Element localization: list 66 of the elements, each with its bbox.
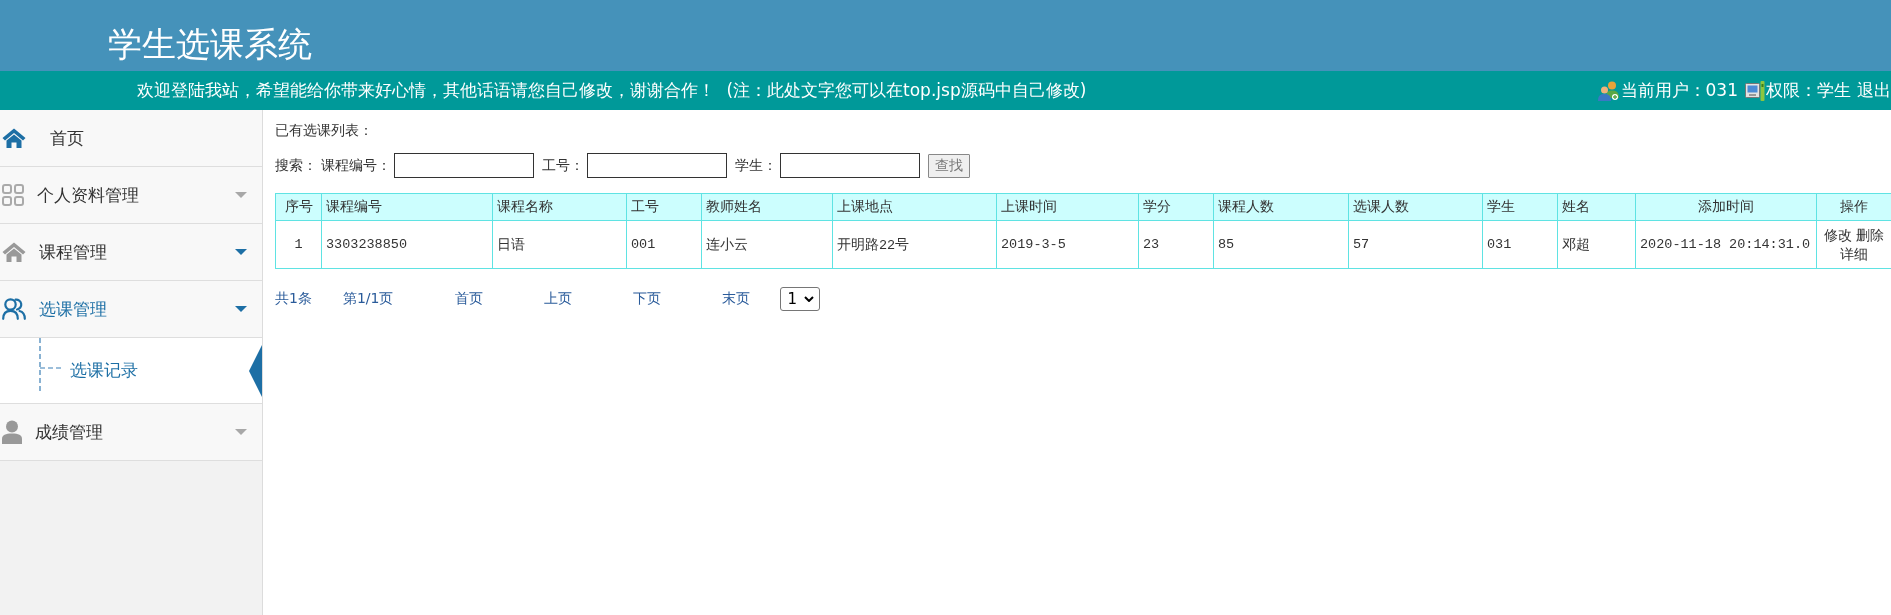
sidebar-menu-item[interactable]: 选课管理 [0, 281, 262, 338]
column-header: 序号 [275, 193, 322, 221]
column-header: 姓名 [1557, 193, 1636, 221]
column-header: 上课地点 [832, 193, 997, 221]
table-cell: 23 [1138, 220, 1214, 269]
column-header: 课程编号 [321, 193, 493, 221]
home-icon [2, 128, 26, 148]
table-cell: 开明路22号 [832, 220, 997, 269]
column-header: 学分 [1138, 193, 1214, 221]
delete-link[interactable]: 删除 [1856, 226, 1885, 243]
table-cell: 2020-11-18 20:14:31.0 [1635, 220, 1817, 269]
column-header: 课程名称 [492, 193, 627, 221]
pagination-link[interactable]: 末页 [722, 290, 751, 308]
current-user-label: 当前用户：031 [1620, 79, 1738, 102]
table-cell: 日语 [492, 220, 627, 269]
input-field[interactable] [394, 153, 534, 178]
sidebar-menu-item[interactable]: 首页 [0, 110, 262, 167]
field-label: 工号： [542, 156, 584, 175]
search-label: 搜索： [275, 156, 317, 175]
users-icon [2, 298, 26, 320]
column-header: 上课时间 [996, 193, 1139, 221]
sidebar-menu-item[interactable]: 成绩管理 [0, 404, 262, 461]
column-header: 教师姓名 [701, 193, 833, 221]
user-icon [2, 420, 22, 444]
edit-link[interactable]: 修改 [1823, 226, 1852, 243]
details-link[interactable]: 详细 [1840, 245, 1868, 262]
page-select[interactable]: 1 [780, 287, 821, 311]
input-field[interactable] [587, 153, 727, 178]
role-label: 权限：学生 [1766, 79, 1851, 102]
chevron-down-icon [804, 296, 815, 302]
pagination-link[interactable]: 下页 [633, 290, 662, 308]
column-header: 添加时间 [1635, 193, 1817, 221]
column-header: 操作 [1816, 193, 1891, 221]
selection-pointer-icon [249, 344, 262, 397]
record-count: 共1条 [275, 290, 312, 308]
search-button[interactable]: 查找 [928, 153, 970, 178]
table-cell: 3303238850 [321, 220, 493, 269]
table-cell: 57 [1348, 220, 1483, 269]
field-label: 课程编号： [321, 156, 391, 175]
tree-connector-line [39, 338, 63, 394]
table-cell: 85 [1213, 220, 1349, 269]
table-cell: 1 [275, 220, 322, 269]
site-title: 学生选课系统 [108, 24, 312, 64]
users-icon [1597, 80, 1620, 101]
table-cell: 001 [626, 220, 702, 269]
sidebar-menu-item[interactable]: 个人资料管理 [0, 167, 262, 224]
grid-icon [2, 184, 24, 206]
page-indicator: 第1/1页 [342, 290, 394, 308]
welcome-message: 欢迎登陆我站，希望能给你带来好心情，其他话语请您自己修改，谢谢合作！ (注：此处文字您可以在top.jsp源码中自己修改) [137, 79, 1087, 102]
column-header: 工号 [626, 193, 702, 221]
table-cell: 031 [1482, 220, 1558, 269]
list-heading: 已有选课列表： [275, 122, 374, 138]
pagination-link[interactable]: 上页 [544, 290, 573, 308]
input-field[interactable] [780, 153, 920, 178]
field-label: 学生： [735, 156, 777, 175]
monitor-icon [1745, 80, 1765, 101]
column-header: 选课人数 [1348, 193, 1483, 221]
pagination-link[interactable]: 首页 [455, 290, 484, 308]
column-header: 学生 [1482, 193, 1558, 221]
table-cell: 连小云 [701, 220, 833, 269]
table-cell: 邓超 [1557, 220, 1636, 269]
table-cell: 2019-3-5 [996, 220, 1139, 269]
sidebar-menu-item[interactable]: 课程管理 [0, 224, 262, 281]
home-icon [2, 242, 26, 262]
column-header: 课程人数 [1213, 193, 1349, 221]
submenu-link[interactable]: 选课记录 [70, 359, 138, 382]
